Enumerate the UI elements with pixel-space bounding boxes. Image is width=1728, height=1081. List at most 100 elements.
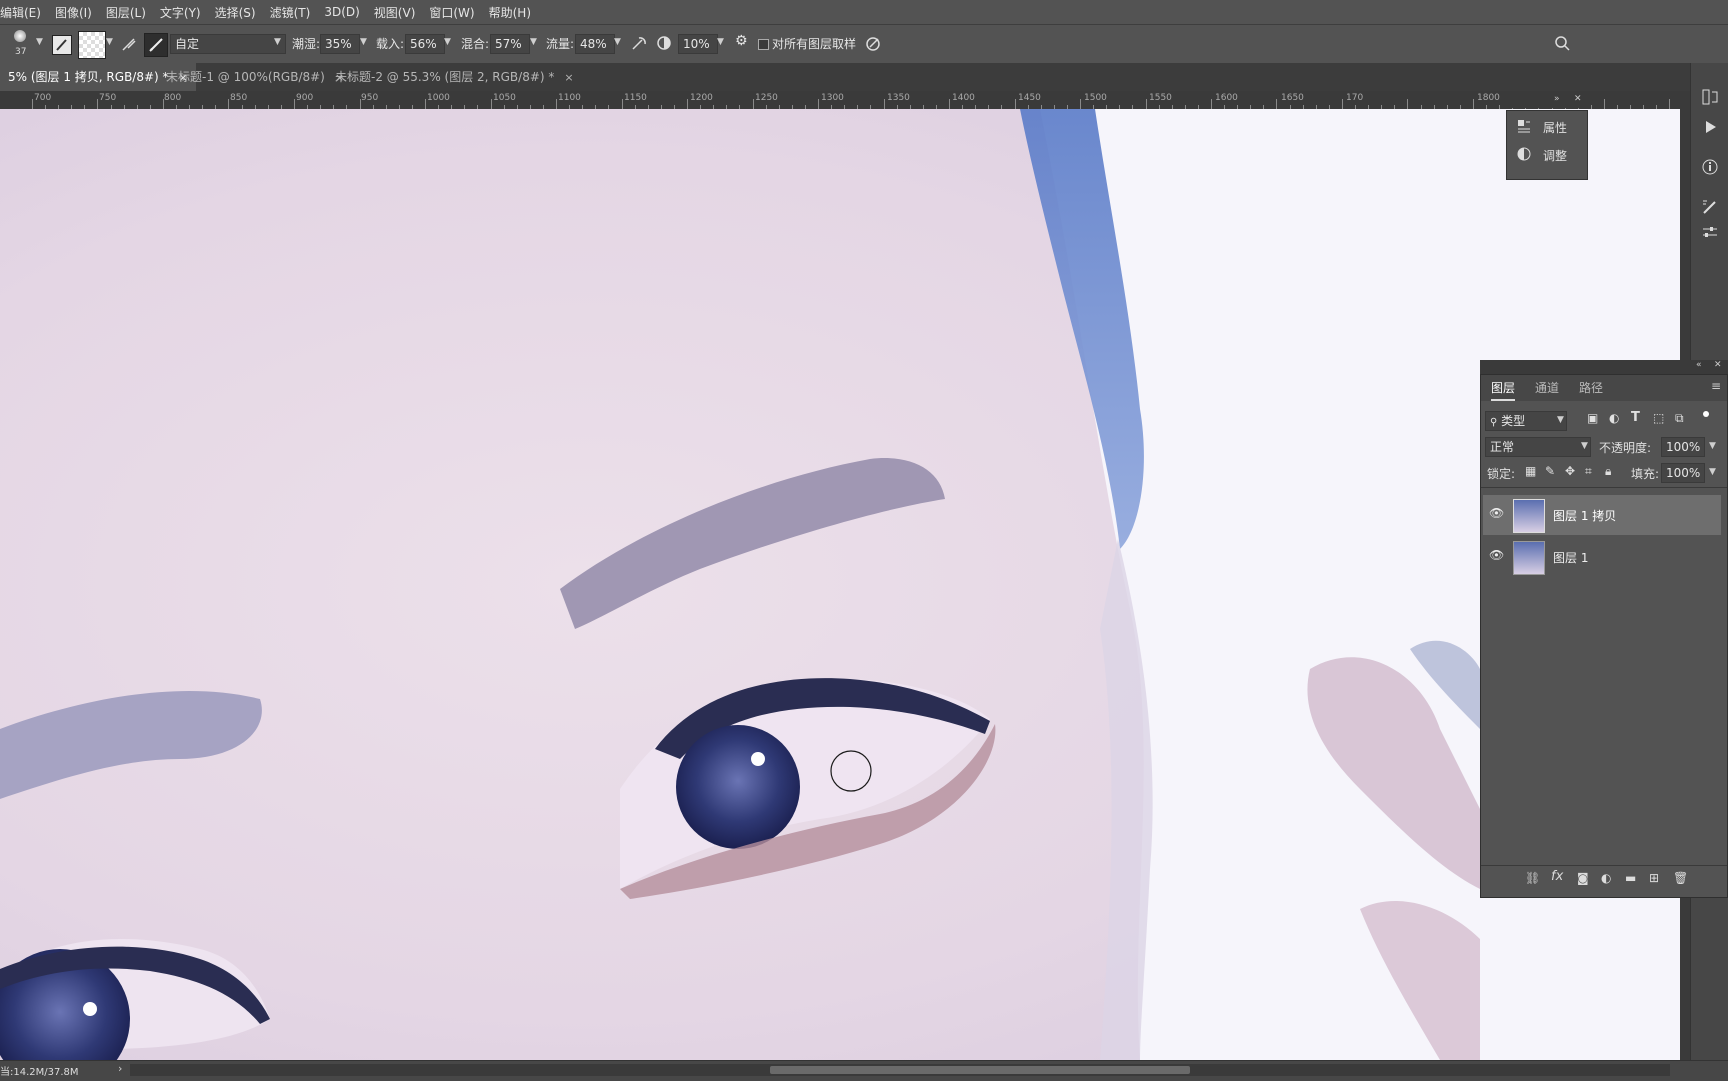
pressure-icon[interactable] (864, 35, 882, 53)
adjustments-item[interactable]: 调整 (1543, 147, 1567, 164)
filter-adjustment-icon[interactable]: ◐ (1609, 411, 1619, 425)
menu-help[interactable]: 帮助(H) (482, 4, 538, 21)
layer-filter-value: 类型 (1501, 414, 1526, 428)
link-layers-icon[interactable]: ⛓︎ (1525, 871, 1540, 885)
settings-gear-icon[interactable]: ⚙ (735, 33, 748, 49)
brush-preset-picker[interactable]: 37 (6, 28, 34, 60)
status-menu-arrow[interactable]: › (118, 1062, 122, 1075)
menu-image[interactable]: 图像(I) (48, 4, 99, 21)
layer-filter-select[interactable]: ⚲ 类型 (1485, 411, 1567, 431)
tab-channels[interactable]: 通道 (1535, 379, 1559, 396)
filter-shape-icon[interactable]: ⬚ (1653, 411, 1664, 425)
load-field[interactable]: 56% (405, 34, 445, 54)
close-icon[interactable]: ✕ (1714, 360, 1722, 370)
tab-document-2[interactable]: 未标题-1 @ 100%(RGB/8#) × (158, 63, 352, 91)
close-icon[interactable]: × (564, 71, 573, 84)
adjust-sliders-icon[interactable] (1700, 223, 1720, 243)
menu-type[interactable]: 文字(Y) (153, 4, 208, 21)
trash-icon[interactable]: 🗑︎ (1673, 871, 1688, 885)
chevron-down-icon[interactable]: ▼ (717, 37, 724, 47)
airbrush-icon[interactable] (630, 35, 648, 53)
lock-paint-icon[interactable]: ✎ (1545, 464, 1555, 478)
chevron-down-icon[interactable]: ▼ (614, 37, 621, 47)
visibility-eye-icon[interactable]: 👁︎ (1489, 506, 1504, 520)
opacity-field[interactable]: 100% (1661, 437, 1705, 457)
blend-preset-select[interactable]: 自定 (170, 34, 286, 54)
tab-layers[interactable]: 图层 (1491, 379, 1516, 401)
chevron-down-icon[interactable]: ▼ (444, 37, 451, 47)
layer-row-base[interactable]: 👁︎ 图层 1 (1483, 537, 1721, 577)
fill-field[interactable]: 100% (1661, 463, 1705, 483)
adjustment-layer-icon[interactable]: ◐ (1601, 871, 1611, 885)
flow-value: 48% (580, 37, 607, 51)
lock-transparent-icon[interactable]: ▦ (1525, 464, 1536, 478)
properties-icon (1517, 119, 1531, 133)
angle-field[interactable]: 10% (678, 34, 718, 54)
doc-size-label: 当:14.2M/37.8M (0, 1067, 79, 1078)
lock-move-icon[interactable]: ✥ (1565, 464, 1575, 478)
scrollbar-thumb[interactable] (770, 1066, 1190, 1074)
clean-brush-icon[interactable] (144, 33, 168, 57)
load-value: 56% (410, 37, 437, 51)
chevron-down-icon[interactable]: ▼ (106, 37, 113, 47)
chevron-down-icon[interactable]: ▼ (1709, 467, 1716, 477)
horizontal-scrollbar[interactable] (130, 1064, 1670, 1076)
brush-panel-icon[interactable] (52, 35, 72, 55)
close-icon[interactable]: ✕ (1574, 94, 1582, 104)
filter-type-icon[interactable]: T (1631, 410, 1640, 425)
menu-select[interactable]: 选择(S) (208, 4, 263, 21)
ruler-label: 850 (230, 93, 248, 103)
new-layer-icon[interactable]: ⊞ (1649, 871, 1659, 885)
menu-window[interactable]: 窗口(W) (422, 4, 481, 21)
collapse-icon[interactable]: « (1696, 360, 1702, 370)
mix-field[interactable]: 57% (490, 34, 530, 54)
flow-field[interactable]: 48% (575, 34, 615, 54)
add-mask-icon[interactable]: ◙ (1577, 871, 1589, 885)
info-icon[interactable] (1700, 157, 1720, 177)
ruler-label: 700 (34, 93, 52, 103)
lock-artboard-icon[interactable]: ⌗ (1585, 464, 1592, 479)
brush-settings-icon[interactable] (1700, 197, 1720, 217)
folder-icon[interactable]: ▬ (1625, 871, 1636, 885)
ruler-tick (687, 99, 688, 109)
tab-document-3[interactable]: 未标题-2 @ 55.3% (图层 2, RGB/8#) * × (327, 63, 582, 91)
angle-value: 10% (683, 37, 710, 51)
collapse-icon[interactable]: » (1554, 94, 1560, 104)
lock-all-icon[interactable]: 🔒︎ (1605, 464, 1611, 479)
current-load-swatch[interactable] (78, 31, 106, 59)
layer-row-copy[interactable]: 👁︎ 图层 1 拷贝 (1483, 495, 1721, 535)
menu-edit[interactable]: 编辑(E) (0, 4, 48, 21)
history-icon[interactable] (1700, 87, 1720, 107)
chevron-down-icon[interactable]: ▼ (1709, 441, 1716, 451)
ruler-label: 1550 (1149, 93, 1172, 103)
blend-mode-select[interactable]: 正常 (1485, 437, 1591, 457)
wet-field[interactable]: 35% (320, 34, 360, 54)
properties-item[interactable]: 属性 (1543, 119, 1567, 136)
ruler-label: 1350 (887, 93, 910, 103)
search-icon[interactable] (1554, 35, 1570, 51)
panel-menu-icon[interactable]: ≡ (1711, 379, 1721, 393)
document-canvas[interactable] (0, 109, 1680, 1060)
filter-smart-object-icon[interactable]: ⧉ (1675, 411, 1684, 426)
chevron-down-icon[interactable]: ▼ (360, 37, 367, 47)
ruler-label: 1650 (1281, 93, 1304, 103)
ruler-label: 1800 (1477, 93, 1500, 103)
menu-layer[interactable]: 图层(L) (99, 4, 153, 21)
chevron-down-icon[interactable]: ▼ (530, 37, 537, 47)
mix-value: 57% (495, 37, 522, 51)
load-brush-icon[interactable] (120, 35, 138, 53)
menu-filter[interactable]: 滤镜(T) (263, 4, 318, 21)
menu-view[interactable]: 视图(V) (367, 4, 423, 21)
play-icon[interactable] (1700, 117, 1720, 137)
sample-all-label: 对所有图层取样 (772, 37, 857, 51)
menu-3d[interactable]: 3D(D) (317, 5, 366, 19)
filter-image-icon[interactable]: ▣ (1587, 411, 1598, 425)
filter-toggle-icon[interactable] (1703, 411, 1709, 417)
chevron-down-icon[interactable]: ▼ (36, 37, 43, 47)
ruler-label: 1200 (690, 93, 713, 103)
flow-label: 流量: (546, 37, 575, 51)
sample-all-checkbox[interactable] (758, 39, 769, 50)
tab-paths[interactable]: 路径 (1579, 379, 1603, 396)
visibility-eye-icon[interactable]: 👁︎ (1489, 548, 1504, 562)
fx-icon[interactable]: fx (1551, 869, 1563, 884)
